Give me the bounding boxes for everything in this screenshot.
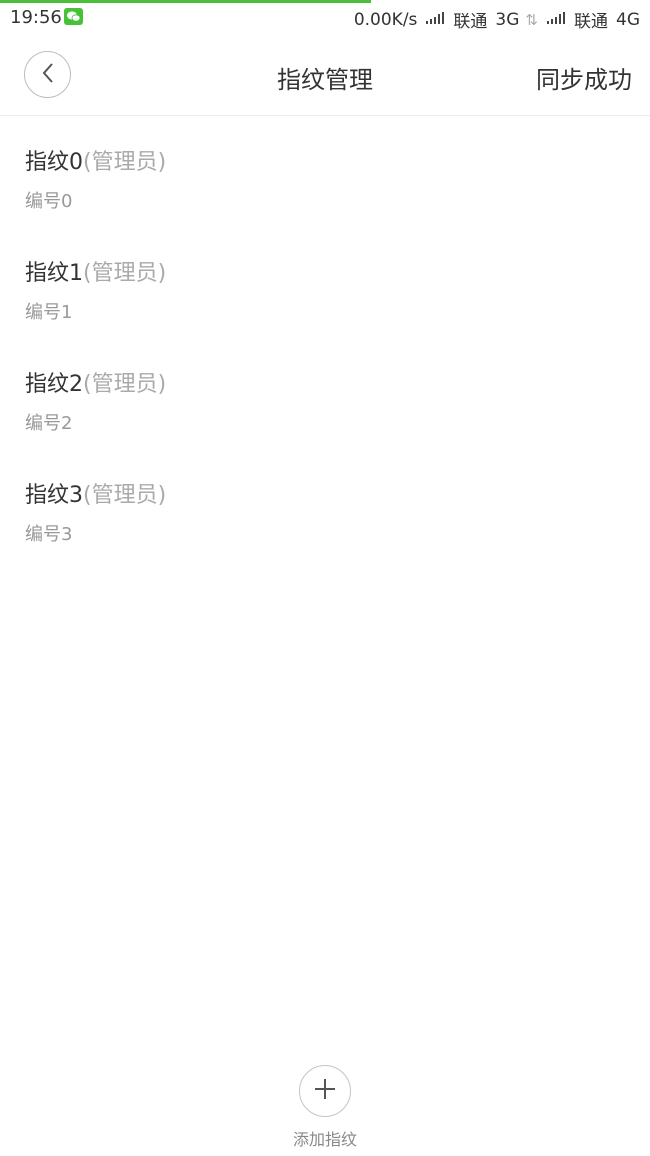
- signal-icon: [425, 10, 445, 30]
- wechat-icon: [64, 8, 83, 25]
- fingerprint-number: 编号1: [25, 302, 73, 323]
- fingerprint-number: 编号2: [25, 413, 73, 434]
- fingerprint-number: 编号0: [25, 191, 73, 212]
- net-type-1: 3G: [495, 9, 520, 30]
- net-type-2: 4G: [616, 9, 640, 30]
- status-time: 19:56: [10, 7, 62, 28]
- carrier-1: 联通: [453, 12, 488, 32]
- fingerprint-name: 指纹2: [25, 372, 83, 397]
- add-fingerprint-button[interactable]: [299, 1065, 351, 1117]
- fingerprint-item[interactable]: 指纹0(管理员) 编号0: [0, 117, 650, 228]
- fingerprint-role: (管理员): [83, 150, 167, 175]
- fingerprint-item[interactable]: 指纹3(管理员) 编号3: [0, 450, 650, 561]
- carrier-2: 联通: [574, 12, 608, 32]
- plus-icon: [313, 1077, 337, 1105]
- nav-bar: 指纹管理 同步成功: [0, 33, 650, 116]
- chevron-left-icon: [41, 62, 55, 88]
- status-indicators: 0.00K/s 联通 3G ⇅ 联通 4G: [353, 7, 640, 33]
- back-button[interactable]: [24, 51, 71, 98]
- fingerprint-list: 指纹0(管理员) 编号0 指纹1(管理员) 编号1 指纹2(管理员) 编号2 指…: [0, 117, 650, 561]
- fingerprint-item[interactable]: 指纹2(管理员) 编号2: [0, 339, 650, 450]
- fingerprint-name: 指纹3: [25, 483, 83, 508]
- fingerprint-name: 指纹0: [25, 150, 83, 175]
- signal-icon: [546, 10, 566, 30]
- network-speed: 0.00K/s: [353, 9, 418, 30]
- sync-status[interactable]: 同步成功: [536, 60, 632, 95]
- fingerprint-item[interactable]: 指纹1(管理员) 编号1: [0, 228, 650, 339]
- fingerprint-number: 编号3: [25, 524, 73, 545]
- fingerprint-role: (管理员): [83, 483, 167, 508]
- status-bar: 19:56 0.00K/s 联通 3G ⇅ 联通 4G: [0, 3, 650, 33]
- fingerprint-name: 指纹1: [25, 261, 83, 286]
- data-transfer-icon: ⇅: [525, 10, 538, 29]
- fingerprint-role: (管理员): [83, 261, 167, 286]
- add-fingerprint-label[interactable]: 添加指纹: [0, 1126, 650, 1150]
- fingerprint-role: (管理员): [83, 372, 167, 397]
